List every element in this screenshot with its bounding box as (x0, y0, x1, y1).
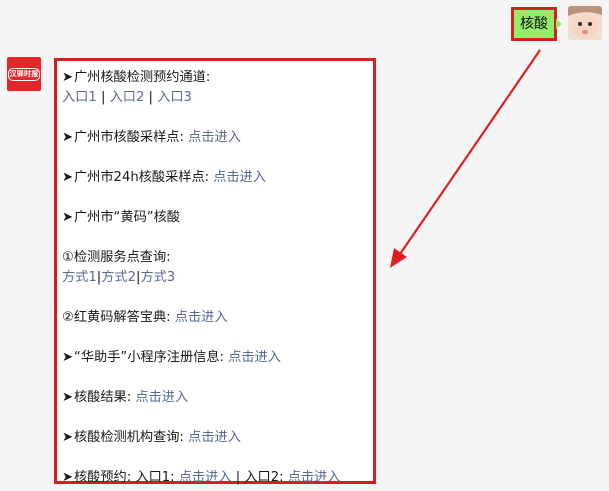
annotation-arrow-icon (390, 49, 541, 268)
